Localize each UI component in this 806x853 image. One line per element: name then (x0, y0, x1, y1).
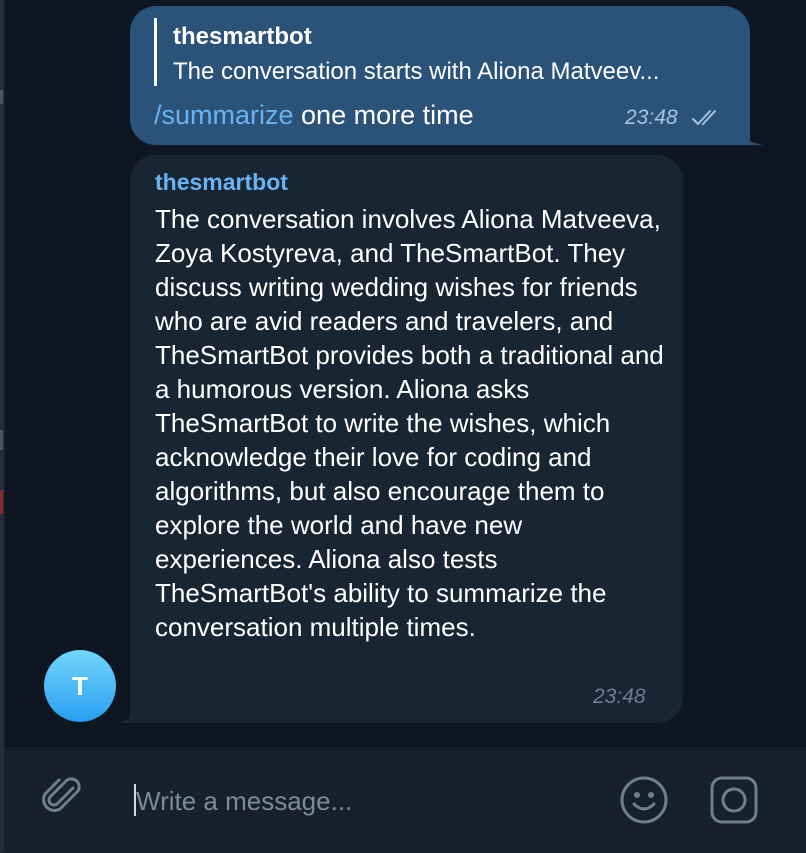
reply-quote[interactable]: thesmartbot The conversation starts with… (154, 18, 732, 86)
edge-mark (0, 90, 3, 104)
incoming-bubble-tail (114, 697, 144, 723)
attach-button[interactable] (40, 774, 86, 820)
avatar[interactable]: T (44, 650, 116, 722)
incoming-message-time: 23:48 (593, 685, 646, 708)
double-check-icon (692, 110, 716, 125)
incoming-sender-name[interactable]: thesmartbot (155, 169, 288, 196)
outgoing-message-body: one more time (293, 100, 474, 130)
edge-mark (0, 490, 3, 514)
edge-mark (0, 430, 3, 450)
window-left-edge (0, 0, 4, 852)
smile-icon (620, 776, 668, 824)
emoji-button[interactable] (618, 774, 670, 826)
reply-quote-text: The conversation starts with Aliona Matv… (173, 58, 660, 85)
outgoing-message-time: 23:48 (625, 106, 678, 129)
outgoing-bubble-tail (733, 119, 763, 145)
message-input[interactable] (136, 774, 596, 828)
message-input-wrapper[interactable] (128, 774, 598, 828)
avatar-letter: T (72, 670, 88, 701)
incoming-message-text: The conversation involves Aliona Matveev… (155, 204, 664, 642)
reply-quote-sender: thesmartbot (173, 23, 312, 50)
instagram-camera-icon (710, 776, 758, 824)
bot-command-link[interactable]: /summarize (154, 100, 294, 130)
paperclip-icon (42, 777, 81, 812)
camera-button[interactable] (708, 774, 760, 826)
outgoing-message-text: /summarize one more time (154, 100, 474, 131)
